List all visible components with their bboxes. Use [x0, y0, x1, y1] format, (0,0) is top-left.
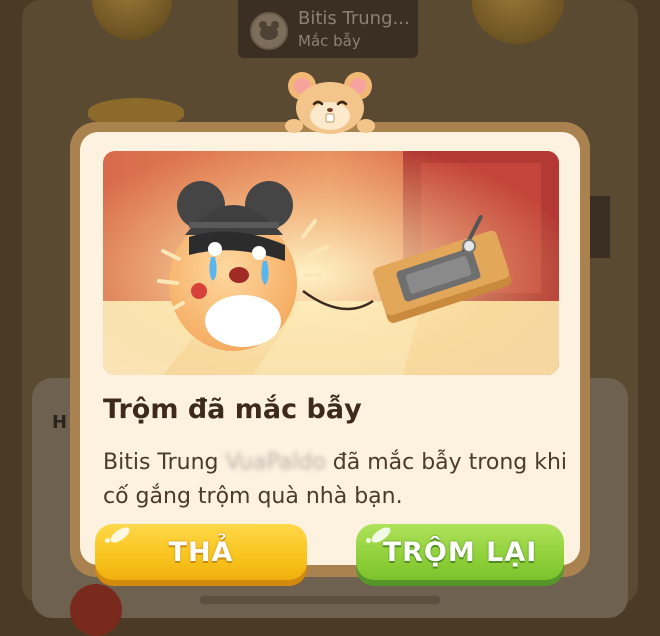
- hamster-head-icon: [285, 72, 375, 134]
- bottom-panel-heading: H: [52, 412, 68, 433]
- thief-name-prefix: Bitis Trung: [103, 450, 219, 475]
- thief-name-hidden: VuaPaldo: [225, 450, 326, 475]
- dialog-message: Bitis Trung VuaPaldo đã mắc bẫy trong kh…: [103, 446, 573, 514]
- bottom-panel-avatar: [70, 584, 122, 636]
- button-shine-decoration: [108, 524, 132, 546]
- steal-back-button[interactable]: TRỘM LẠI: [356, 524, 564, 580]
- button-shine-dot: [105, 538, 110, 543]
- avatar-icon: [250, 12, 288, 50]
- steal-back-button-label: TRỘM LẠI: [382, 536, 538, 568]
- player-card-name: Bitis Trung...: [298, 8, 410, 29]
- dialog-title: Trộm đã mắc bẫy: [103, 394, 362, 425]
- release-button-label: THẢ: [168, 536, 234, 568]
- release-button[interactable]: THẢ: [95, 524, 307, 580]
- thief-hamster-mousetrap-illustration: [103, 151, 559, 375]
- player-card-status: Mắc bẫy: [298, 32, 361, 50]
- button-shine-dot: [366, 538, 371, 543]
